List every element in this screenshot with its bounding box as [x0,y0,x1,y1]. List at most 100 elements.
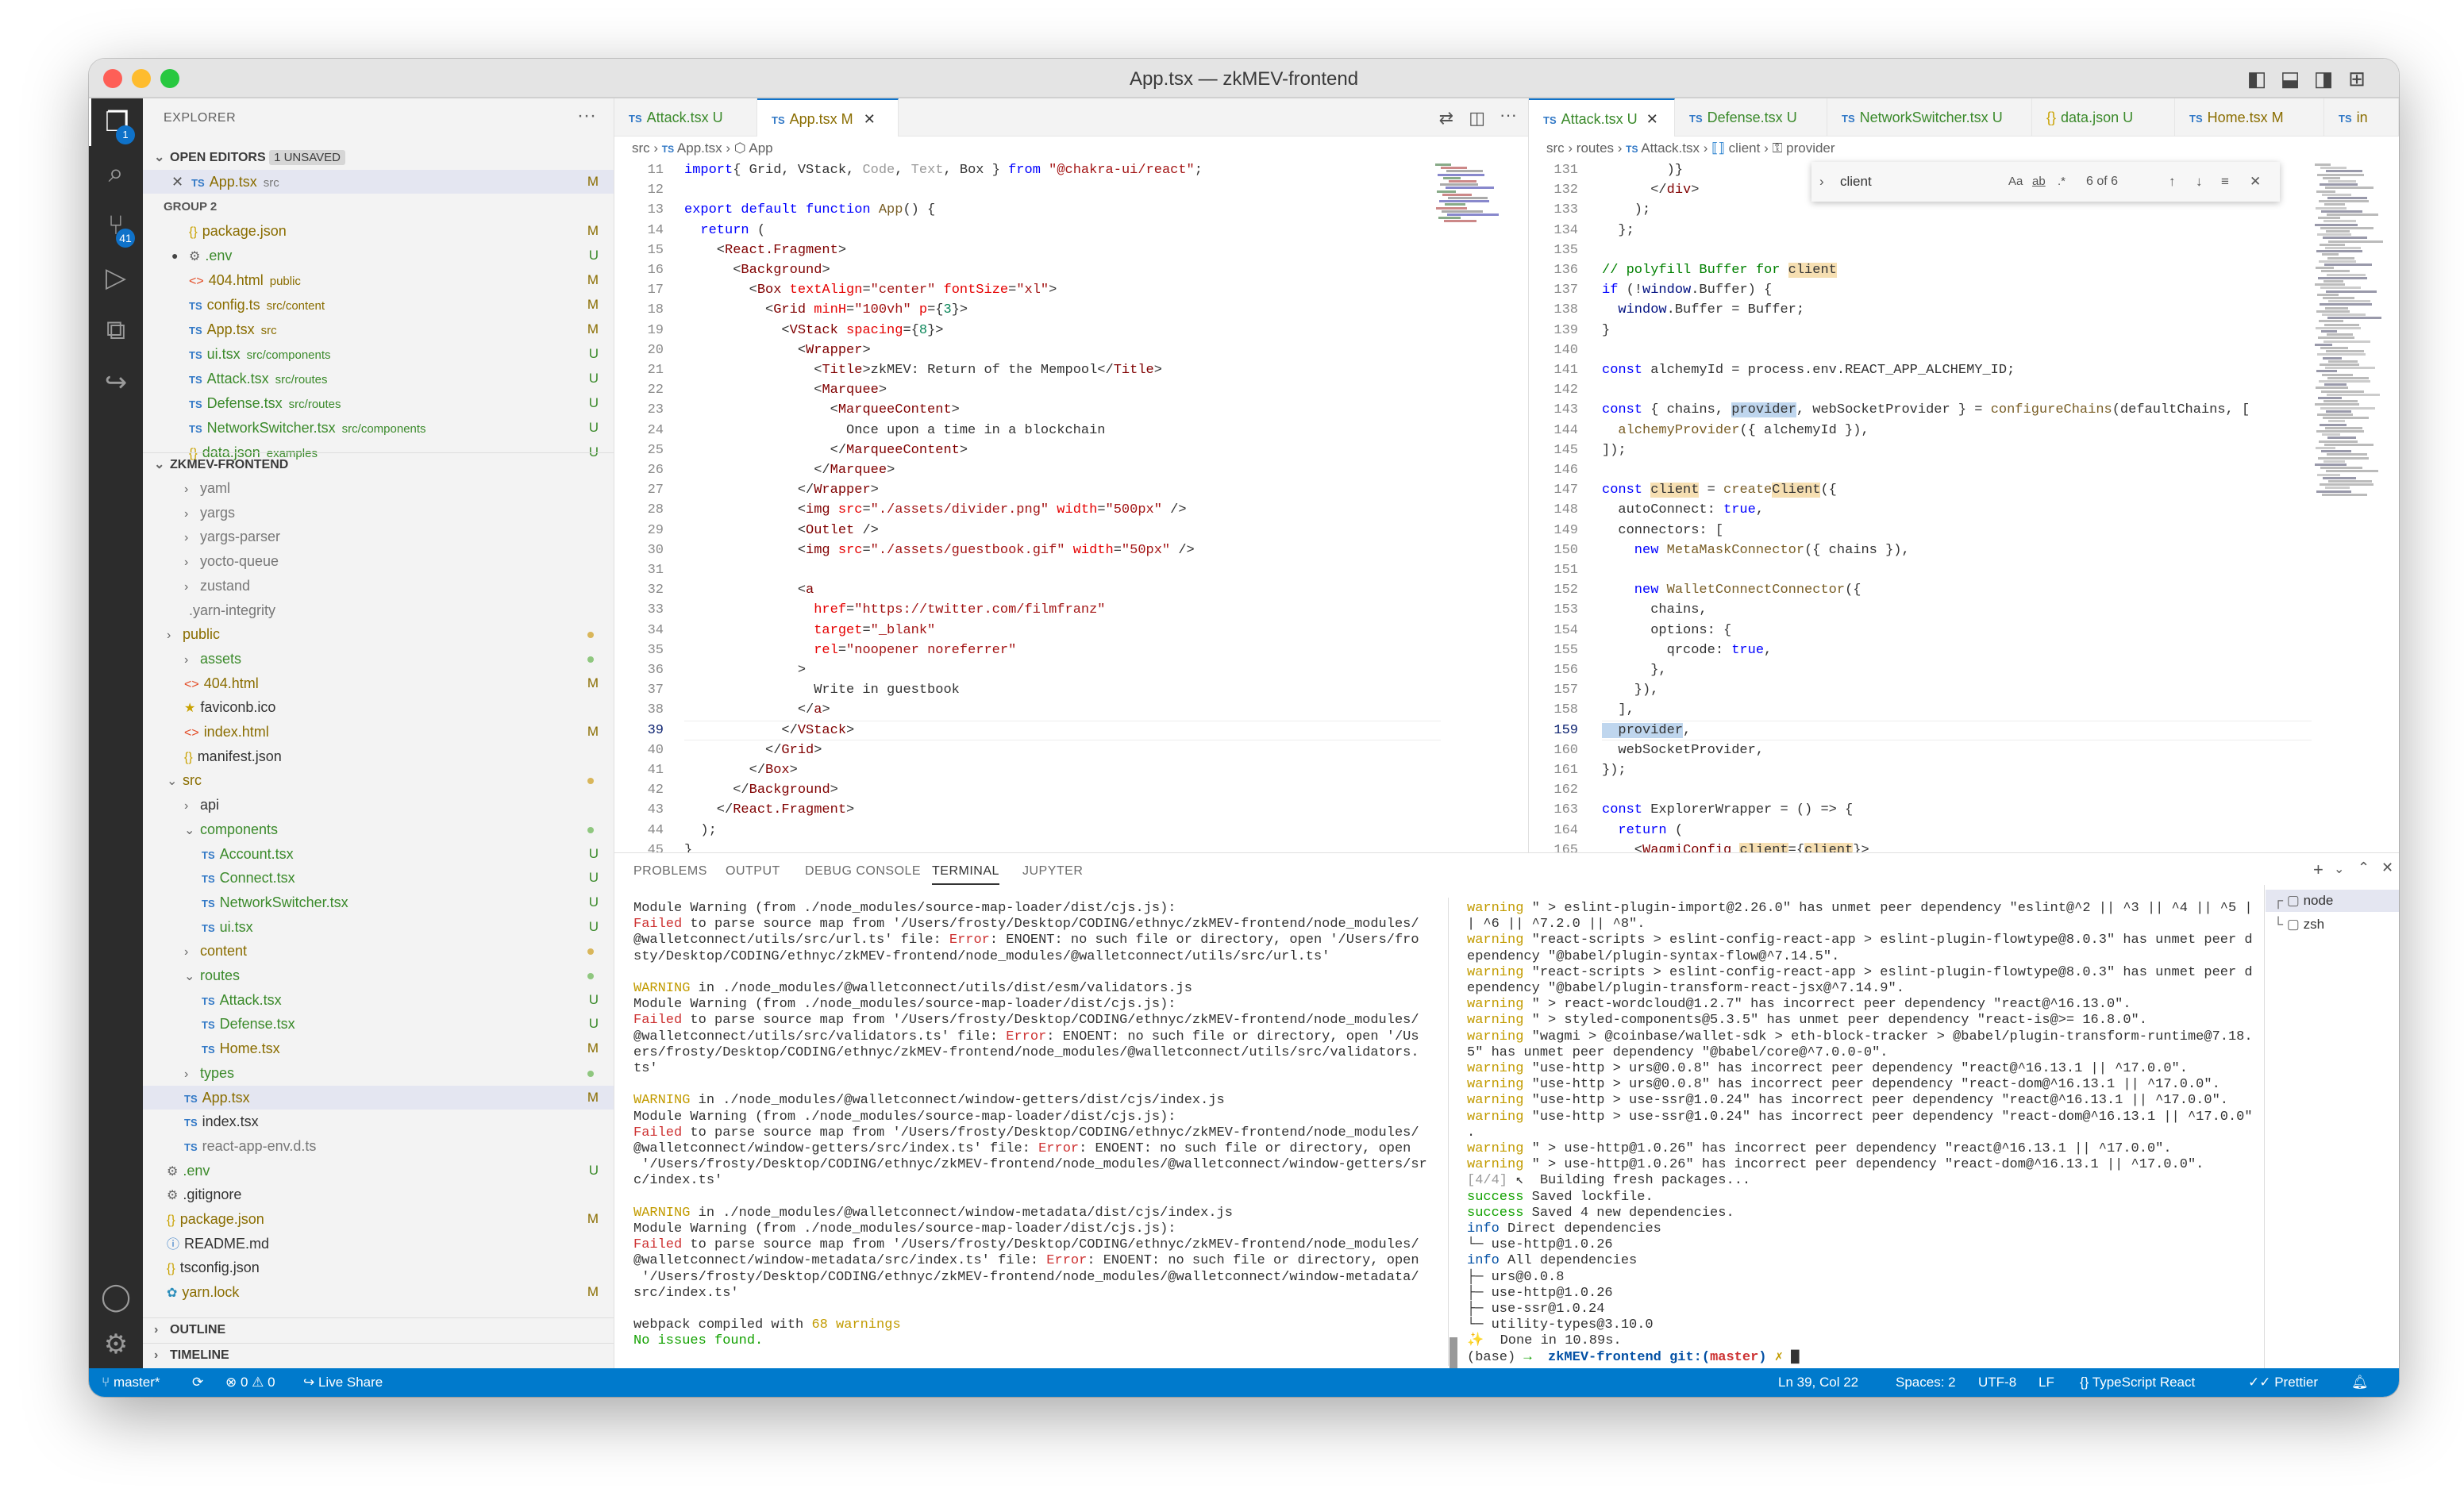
terminal-item-node[interactable]: ┌ ▢ node [2266,890,2399,912]
left-code-area[interactable]: 11 import{ Grid, VStack, Code, Text, Box … [614,160,1528,852]
account-icon[interactable]: ◯ [89,1273,143,1321]
tree-item[interactable]: TS Connect.tsx U [143,866,614,890]
rb-provider[interactable]: provider [1786,140,1835,156]
tree-item[interactable]: TS Defense.tsx U [143,1012,614,1036]
customize-layout-icon[interactable]: ⊞ [2345,67,2369,90]
tree-item[interactable]: ⓘ README.md [143,1232,614,1256]
timeline-header[interactable]: › TIMELINE [143,1343,614,1367]
manage-gear-icon[interactable]: ⚙ [89,1321,143,1368]
outline-header[interactable]: › OUTLINE [143,1317,614,1341]
open-editor-item[interactable]: TS Attack.tsx src/routes U [143,367,614,390]
tree-item[interactable]: TS NetworkSwitcher.tsx U [143,890,614,914]
toggle-sidebar-icon[interactable]: ◧ [2245,67,2269,90]
project-header[interactable]: ⌄ ZKMEV-FRONTEND [143,452,614,476]
rb-file[interactable]: Attack.tsx [1641,140,1700,156]
rb-routes[interactable]: routes [1577,140,1614,156]
tab-jupyter[interactable]: JUPYTER [1022,864,1083,879]
open-editors-header[interactable]: ⌄ OPEN EDITORS 1 UNSAVED [143,146,614,170]
tab-app[interactable]: TS App.tsx M ✕ [757,98,899,137]
tree-item[interactable]: TS index.tsx [143,1110,614,1133]
tree-item[interactable]: › yaml [143,476,614,500]
tree-item[interactable]: TS ui.tsx U [143,915,614,939]
open-editor-item[interactable]: TS config.ts src/content M [143,293,614,317]
sync-icon[interactable]: ⟳ [192,1368,203,1397]
tree-item[interactable]: {} tsconfig.json [143,1256,614,1279]
search-icon[interactable]: ⌕ [89,149,143,197]
tree-item[interactable]: {} manifest.json [143,744,614,768]
close-panel-icon[interactable]: ✕ [2381,860,2393,876]
new-terminal-icon[interactable]: + [2313,860,2323,880]
open-editor-item[interactable]: ● ⚙ .env U [143,244,614,267]
tree-item[interactable]: › api [143,793,614,817]
tree-item[interactable]: › assets [143,647,614,671]
maximize-panel-icon[interactable]: ⌃ [2358,860,2370,876]
breadcrumb-src[interactable]: src [632,140,650,156]
left-minimap[interactable] [1432,160,1511,852]
compare-changes-icon[interactable]: ⇄ [1439,108,1453,129]
toggle-secondary-sidebar-icon[interactable]: ◨ [2312,67,2335,90]
editor-more-icon[interactable]: ··· [1500,105,1517,125]
breadcrumb-file[interactable]: App.tsx [677,140,722,156]
toggle-replace-icon[interactable]: › [1819,162,1824,202]
terminal-dropdown-icon[interactable]: ⌄ [2334,861,2344,877]
close-tab-icon[interactable]: ✕ [864,111,876,127]
live-share-button[interactable]: ↪ Live Share [303,1368,383,1397]
extensions-icon[interactable]: ⧉ [89,306,143,354]
prettier-status[interactable]: ✓✓ Prettier [2248,1368,2318,1397]
tree-item[interactable]: TS Home.tsx M [143,1037,614,1060]
tree-item[interactable]: ⚙ .gitignore [143,1183,614,1206]
split-editor-icon[interactable]: ◫ [1469,108,1485,129]
tab-debug-console[interactable]: DEBUG CONSOLE [805,864,921,879]
tab-networkswitcher[interactable]: TS NetworkSwitcher.tsx U [1827,98,2032,137]
problems-indicator[interactable]: ⊗ 0 ⚠ 0 [225,1368,275,1397]
right-minimap[interactable] [2312,160,2391,852]
rb-client[interactable]: client [1729,140,1761,156]
tree-item[interactable]: › types [143,1061,614,1085]
terminal-left[interactable]: Module Warning (from ./node_modules/sour… [633,901,1427,1369]
right-code-area[interactable]: 131 )} 132 </div> 133 ); 134 }; 135 136 // pol… [1529,160,2399,852]
open-editor-item[interactable]: {} package.json M [143,219,614,243]
tab-problems[interactable]: PROBLEMS [633,864,707,879]
tree-item[interactable]: › yargs-parser [143,525,614,548]
tree-item[interactable]: › content [143,939,614,963]
open-editor-item[interactable]: TS ui.tsx src/components U [143,342,614,366]
next-match-icon[interactable]: ↓ [2196,162,2203,202]
terminal-right[interactable]: warning " > eslint-plugin-import@2.26.0"… [1467,901,2253,1377]
tree-item[interactable]: TS Attack.tsx U [143,988,614,1012]
open-editor-item[interactable]: TS NetworkSwitcher.tsx src/components U [143,416,614,440]
tree-item[interactable]: › yocto-queue [143,549,614,573]
breadcrumb-symbol[interactable]: App [749,140,772,156]
encoding[interactable]: UTF-8 [1978,1368,2016,1397]
tree-item[interactable]: ⌄ routes [143,963,614,987]
language-mode[interactable]: {} TypeScript React [2080,1368,2195,1397]
terminal-item-zsh[interactable]: └ ▢ zsh [2266,913,2399,936]
run-debug-icon[interactable]: ▷ [89,254,143,302]
open-editor-item[interactable]: TS App.tsx src M [143,317,614,341]
regex-toggle[interactable]: .* [2058,162,2066,202]
toggle-panel-icon[interactable]: ⬓ [2278,67,2302,90]
tree-item[interactable]: ⚙ .env U [143,1159,614,1183]
previous-match-icon[interactable]: ↑ [2169,162,2176,202]
tab-defense[interactable]: TS Defense.tsx U [1675,98,1827,137]
find-in-selection-icon[interactable]: ≡ [2221,162,2229,202]
tab-attack[interactable]: TS Attack.tsx U [614,98,757,137]
tree-item[interactable]: TS App.tsx M [143,1085,614,1110]
branch-indicator[interactable]: ⑂ master* [102,1368,160,1397]
close-find-icon[interactable]: ✕ [2250,162,2261,202]
close-icon[interactable]: ✕ [171,174,183,190]
open-editor-item[interactable]: <> 404.html public M [143,268,614,292]
tree-item[interactable]: › public [143,622,614,646]
end-of-line[interactable]: LF [2039,1368,2054,1397]
tab-data-json[interactable]: {} data.json U [2032,98,2175,137]
live-share-icon[interactable]: ↪ [89,359,143,406]
tree-item[interactable]: ⌄ components [143,817,614,841]
notifications-icon[interactable]: 🔔︎ [2351,1368,2369,1397]
whole-word-toggle[interactable]: ab [2032,162,2046,202]
tree-item[interactable]: .yarn-integrity [143,598,614,622]
open-editor-item[interactable]: TS Defense.tsx src/routes U [143,391,614,415]
indentation[interactable]: Spaces: 2 [1896,1368,1956,1397]
match-case-toggle[interactable]: Aa [2008,162,2023,202]
rb-src[interactable]: src [1546,140,1565,156]
tab-output[interactable]: OUTPUT [726,864,780,879]
tree-item[interactable]: TS react-app-env.d.ts [143,1134,614,1158]
